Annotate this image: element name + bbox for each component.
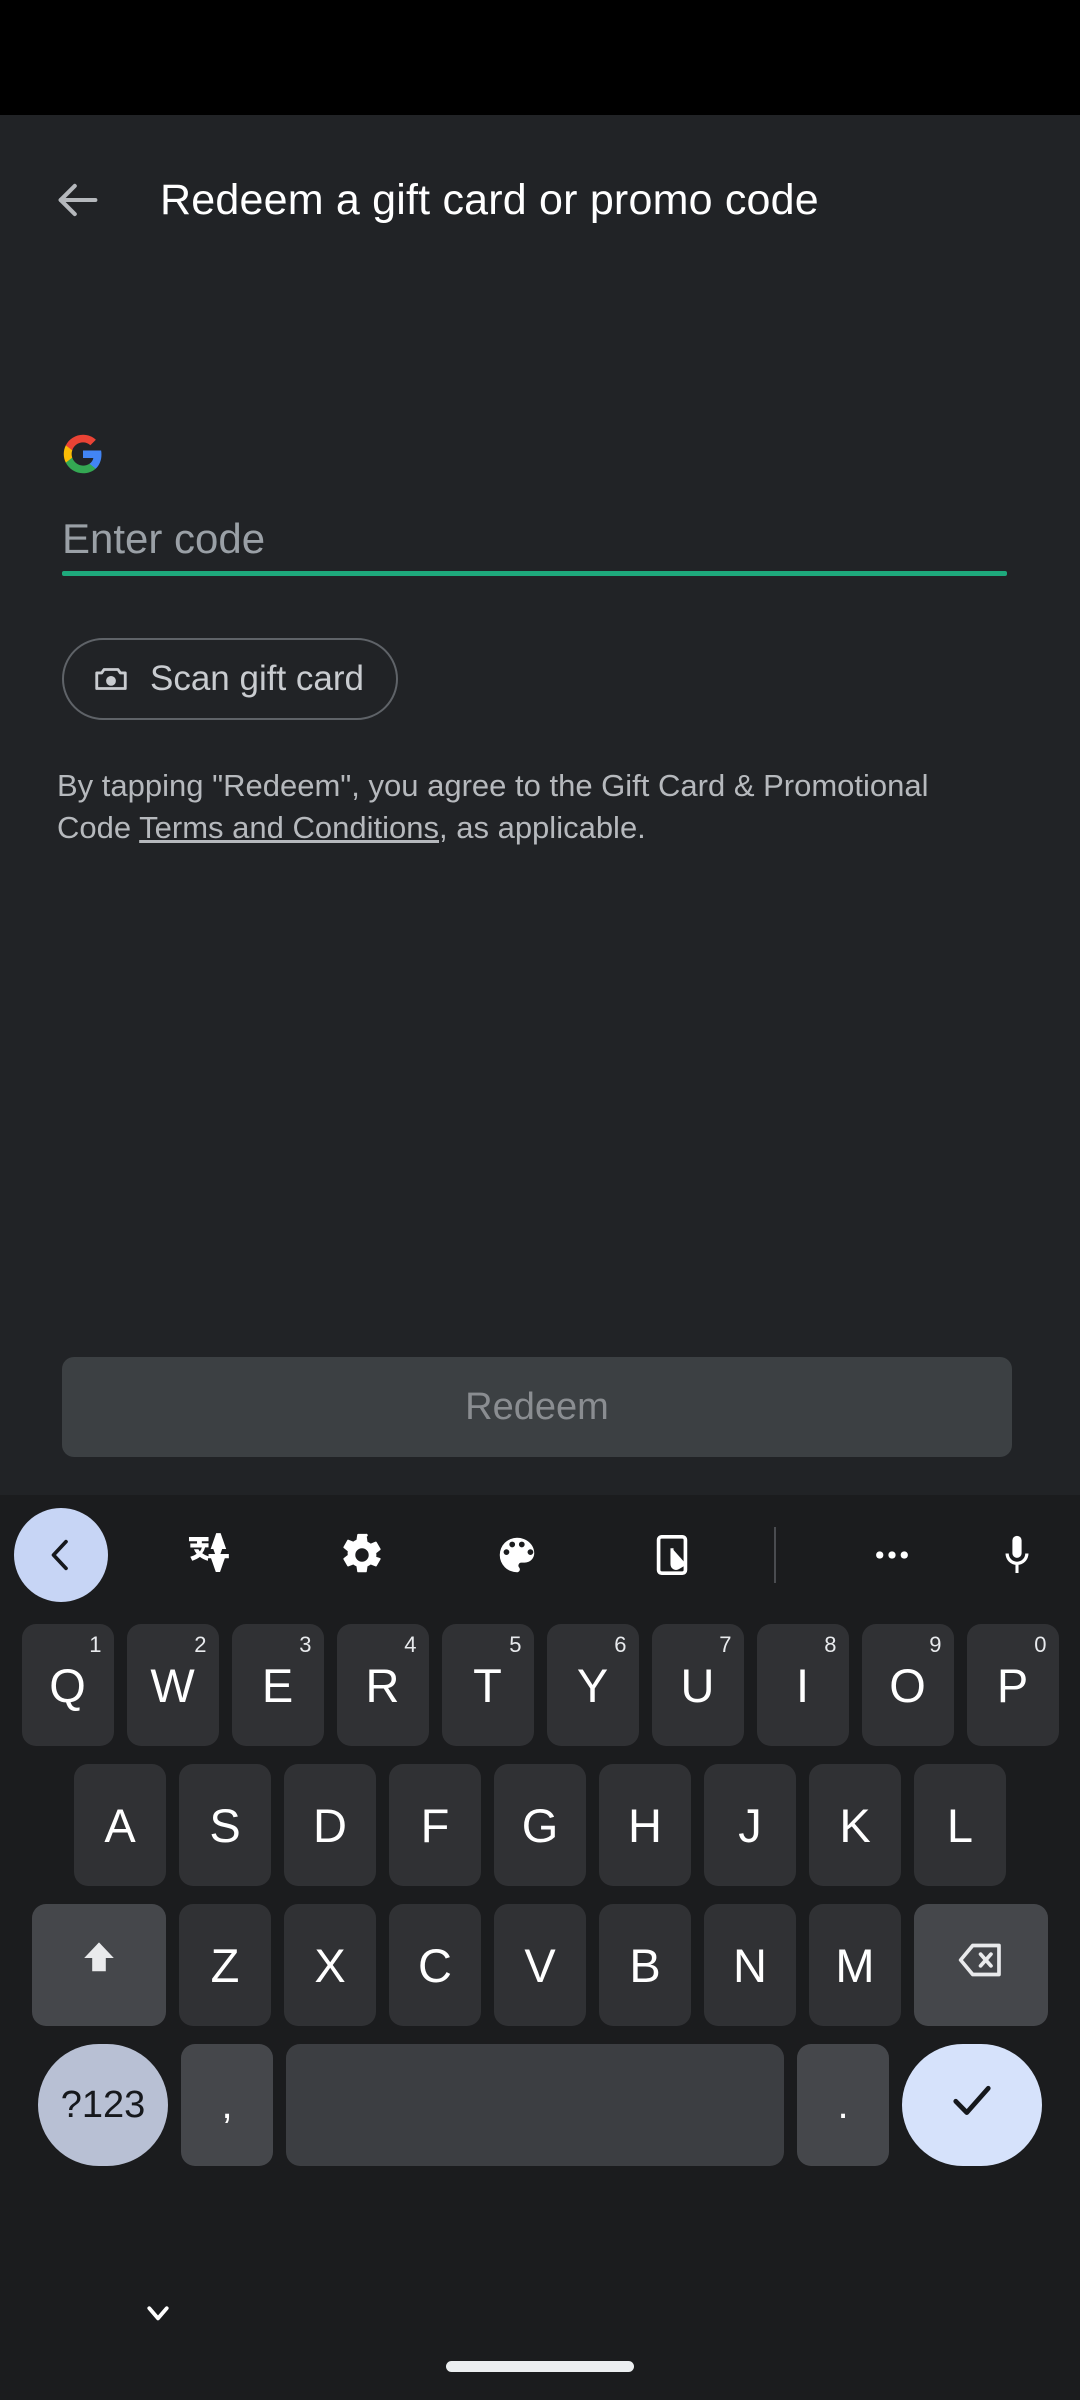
hide-keyboard-button[interactable] <box>118 2275 198 2355</box>
symbols-key[interactable]: ?123 <box>38 2044 168 2166</box>
key-q-label: Q <box>49 1658 86 1712</box>
key-j[interactable]: J <box>704 1764 796 1886</box>
navigation-bar <box>0 2255 1080 2400</box>
key-d[interactable]: D <box>284 1764 376 1886</box>
key-t-sup: 5 <box>509 1632 522 1657</box>
code-field-wrapper <box>62 508 1007 576</box>
key-o-sup: 9 <box>929 1632 942 1657</box>
keyboard-row-3: Z X C V B N M <box>0 1895 1080 2035</box>
key-p-label: P <box>996 1658 1029 1712</box>
key-i[interactable]: 8 I <box>756 1624 849 1746</box>
key-y-sup: 6 <box>614 1632 627 1657</box>
key-w[interactable]: 2 W <box>126 1624 219 1746</box>
settings-gear-icon[interactable] <box>315 1508 409 1602</box>
key-y-label: Y <box>576 1658 609 1712</box>
key-u-label: U <box>680 1658 715 1712</box>
code-input[interactable] <box>62 508 1007 570</box>
key-e-label: E <box>261 1658 294 1712</box>
checkmark-icon <box>946 2074 998 2137</box>
page-title: Redeem a gift card or promo code <box>160 175 819 224</box>
key-w-label: W <box>150 1658 195 1712</box>
keyboard-row-2: A S D F G H J K L <box>0 1755 1080 1895</box>
back-button[interactable] <box>18 140 138 260</box>
key-o-label: O <box>889 1658 926 1712</box>
key-u[interactable]: 7 U <box>651 1624 744 1746</box>
keyboard-rows: 1 Q 2 W 3 E 4 R 5 T 6 Y 7 U 8 I 9 O 0 P … <box>0 1615 1080 2175</box>
key-e-sup: 3 <box>299 1632 312 1657</box>
key-q-sup: 1 <box>89 1632 102 1657</box>
enter-key[interactable] <box>902 2044 1042 2166</box>
key-h[interactable]: H <box>599 1764 691 1886</box>
home-indicator[interactable] <box>446 2361 634 2372</box>
backspace-key[interactable] <box>914 1904 1048 2026</box>
camera-icon <box>92 660 130 698</box>
key-s[interactable]: S <box>179 1764 271 1886</box>
google-g-logo <box>62 433 104 475</box>
backspace-icon <box>955 1934 1007 1997</box>
status-bar <box>0 0 1080 115</box>
theme-palette-icon[interactable] <box>470 1508 564 1602</box>
key-o[interactable]: 9 O <box>861 1624 954 1746</box>
scan-gift-card-button[interactable]: Scan gift card <box>62 638 398 720</box>
shift-arrow-icon <box>75 1936 123 1995</box>
key-k[interactable]: K <box>809 1764 901 1886</box>
more-options-icon[interactable] <box>845 1508 939 1602</box>
key-z[interactable]: Z <box>179 1904 271 2026</box>
keyboard-toolbar <box>0 1495 1080 1615</box>
key-e[interactable]: 3 E <box>231 1624 324 1746</box>
key-v[interactable]: V <box>494 1904 586 2026</box>
toolbar-divider <box>774 1527 776 1583</box>
app-bar: Redeem a gift card or promo code <box>0 115 1080 285</box>
key-n[interactable]: N <box>704 1904 796 2026</box>
key-g[interactable]: G <box>494 1764 586 1886</box>
key-i-sup: 8 <box>824 1632 837 1657</box>
app-content: Redeem a gift card or promo code Enter c… <box>0 115 1080 1495</box>
arrow-left-icon <box>52 174 104 226</box>
key-a[interactable]: A <box>74 1764 166 1886</box>
shift-key[interactable] <box>32 1904 166 2026</box>
key-y[interactable]: 6 Y <box>546 1624 639 1746</box>
key-r[interactable]: 4 R <box>336 1624 429 1746</box>
key-u-sup: 7 <box>719 1632 732 1657</box>
key-b[interactable]: B <box>599 1904 691 2026</box>
key-t[interactable]: 5 T <box>441 1624 534 1746</box>
space-key[interactable] <box>286 2044 784 2166</box>
key-l[interactable]: L <box>914 1764 1006 1886</box>
voice-input-icon[interactable] <box>970 1508 1064 1602</box>
phone-screen: Redeem a gift card or promo code Enter c… <box>0 0 1080 2400</box>
code-input-underline <box>62 571 1007 576</box>
terms-and-conditions-link[interactable]: Terms and Conditions <box>139 810 439 845</box>
keyboard-back-icon[interactable] <box>14 1508 108 1602</box>
sticker-handwriting-icon[interactable] <box>625 1508 719 1602</box>
key-p[interactable]: 0 P <box>966 1624 1059 1746</box>
key-r-label: R <box>365 1658 400 1712</box>
translate-icon[interactable] <box>160 1508 254 1602</box>
key-c[interactable]: C <box>389 1904 481 2026</box>
terms-after: , as applicable. <box>439 810 646 845</box>
redeem-button[interactable]: Redeem <box>62 1357 1012 1457</box>
key-x[interactable]: X <box>284 1904 376 2026</box>
chevron-down-icon <box>139 2294 177 2337</box>
key-r-sup: 4 <box>404 1632 417 1657</box>
terms-text: By tapping "Redeem", you agree to the Gi… <box>57 765 1007 849</box>
comma-key[interactable]: , <box>181 2044 273 2166</box>
key-w-sup: 2 <box>194 1632 207 1657</box>
key-q[interactable]: 1 Q <box>21 1624 114 1746</box>
keyboard-row-1: 1 Q 2 W 3 E 4 R 5 T 6 Y 7 U 8 I 9 O 0 P <box>0 1615 1080 1755</box>
scan-gift-card-label: Scan gift card <box>150 659 364 698</box>
period-key[interactable]: . <box>797 2044 889 2166</box>
key-m[interactable]: M <box>809 1904 901 2026</box>
key-i-label: I <box>795 1658 810 1712</box>
keyboard-row-4: ?123 , . <box>0 2035 1080 2175</box>
key-f[interactable]: F <box>389 1764 481 1886</box>
key-t-label: T <box>473 1658 502 1712</box>
virtual-keyboard: 1 Q 2 W 3 E 4 R 5 T 6 Y 7 U 8 I 9 O 0 P … <box>0 1495 1080 2255</box>
key-p-sup: 0 <box>1034 1632 1047 1657</box>
